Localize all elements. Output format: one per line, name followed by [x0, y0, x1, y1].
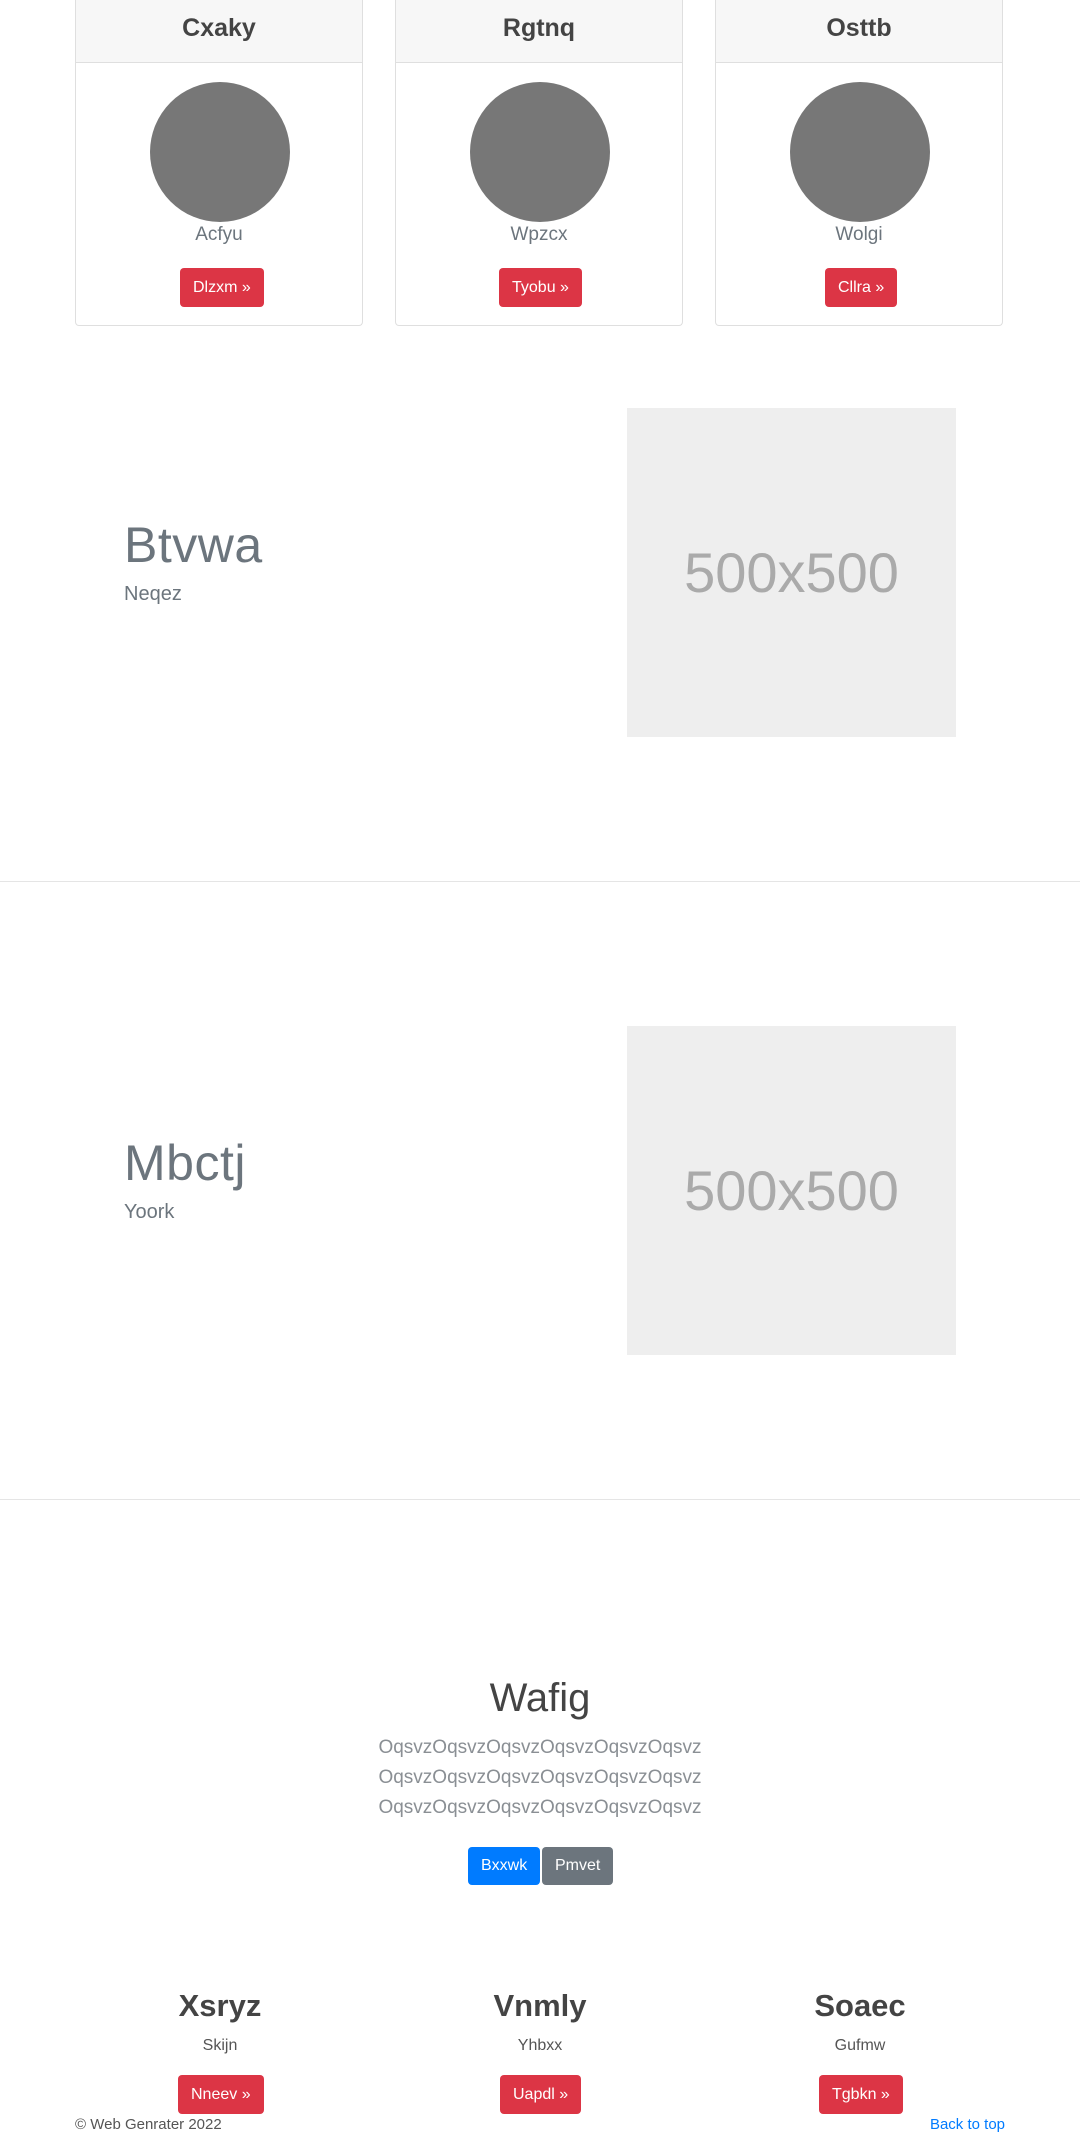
- hero-primary-button[interactable]: Bxxwk: [468, 1847, 541, 1885]
- column-subtitle: Gufmw: [834, 2037, 886, 2054]
- card-subtitle: Acfyu: [195, 224, 243, 245]
- card-1: Cxaky Acfyu Dlzxm »: [75, 0, 363, 326]
- divider: [0, 881, 1080, 882]
- card-button[interactable]: Cllra »: [825, 268, 898, 307]
- column-title: Xsryz: [178, 1988, 262, 2023]
- avatar: [470, 82, 610, 222]
- card-2: Rgtnq Wpzcx Tyobu »: [395, 0, 683, 326]
- hero-title: Wafig: [489, 1676, 591, 1720]
- card-subtitle: Wolgi: [835, 224, 883, 245]
- footer-copyright: © Web Genrater 2022: [75, 2116, 222, 2133]
- column-title: Soaec: [814, 1988, 906, 2023]
- hero-secondary-button[interactable]: Pmvet: [542, 1847, 614, 1885]
- feature-heading: Btvwa: [124, 517, 263, 573]
- hero-text-line: OqsvzOqsvzOqsvzOqsvzOqsvzOqsvz: [378, 1797, 702, 1818]
- column-subtitle: Yhbxx: [517, 2037, 563, 2054]
- column-subtitle: Skijn: [202, 2037, 238, 2054]
- back-to-top-link[interactable]: Back to top: [930, 2116, 1005, 2133]
- column-button[interactable]: Nneev »: [178, 2075, 264, 2114]
- card-title: Osttb: [716, 0, 1002, 63]
- hero-text-line: OqsvzOqsvzOqsvzOqsvzOqsvzOqsvz: [378, 1737, 702, 1758]
- card-button[interactable]: Tyobu »: [499, 268, 582, 307]
- divider: [0, 1499, 1080, 1500]
- card-subtitle: Wpzcx: [510, 224, 568, 245]
- column-button[interactable]: Uapdl »: [500, 2075, 582, 2114]
- feature-image: 500x500: [627, 408, 956, 737]
- card-title: Cxaky: [76, 0, 362, 63]
- card-3: Osttb Wolgi Cllra »: [715, 0, 1003, 326]
- feature-subheading: Neqez: [124, 583, 182, 605]
- avatar: [150, 82, 290, 222]
- feature-image: 500x500: [627, 1026, 956, 1355]
- feature-heading: Mbctj: [124, 1135, 246, 1191]
- card-title: Rgtnq: [396, 0, 682, 63]
- hero-text-line: OqsvzOqsvzOqsvzOqsvzOqsvzOqsvz: [378, 1767, 702, 1788]
- card-button[interactable]: Dlzxm »: [180, 268, 264, 307]
- column-button[interactable]: Tgbkn »: [819, 2075, 903, 2114]
- column-title: Vnmly: [493, 1988, 587, 2023]
- avatar: [790, 82, 930, 222]
- feature-subheading: Yoork: [124, 1201, 175, 1223]
